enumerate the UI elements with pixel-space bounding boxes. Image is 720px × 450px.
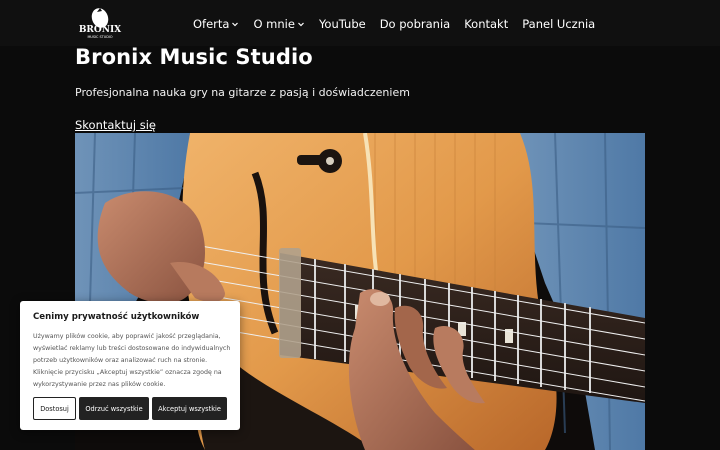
nav-item-label: Panel Ucznia bbox=[522, 17, 596, 31]
reject-all-button[interactable]: Odrzuć wszystkie bbox=[79, 397, 149, 420]
nav-item-do-pobrania[interactable]: Do pobrania bbox=[380, 17, 451, 31]
cookie-text: Używamy plików cookie, aby poprawić jako… bbox=[33, 333, 231, 388]
cookie-title: Cenimy prywatność użytkowników bbox=[33, 312, 200, 322]
nav-item-label: YouTube bbox=[318, 17, 366, 31]
nav-item-label: Kontakt bbox=[464, 17, 509, 31]
nav-item-o-mnie[interactable]: O mnie bbox=[253, 17, 304, 31]
accept-all-button[interactable]: Akceptuj wszystkie bbox=[152, 397, 227, 420]
logo-subtext: MUSIC STUDIO bbox=[88, 35, 113, 39]
nav-item-oferta[interactable]: Oferta bbox=[193, 17, 239, 31]
page-subtitle: Profesjonalna nauka gry na gitarze z pas… bbox=[75, 86, 410, 99]
nav-item-label: Do pobrania bbox=[379, 17, 451, 31]
customize-button[interactable]: Dostosuj bbox=[33, 397, 76, 420]
logo-icon[interactable]: BRONIX MUSIC STUDIO bbox=[75, 6, 125, 40]
nav-item-label: O mnie bbox=[253, 17, 295, 31]
contact-link[interactable]: Skontaktuj się bbox=[75, 118, 156, 132]
main-nav: Oferta O mnie YouTube Do pobrania Kontakt Pan… bbox=[193, 17, 609, 31]
cookie-consent-banner: Cenimy prywatność użytkowników Używamy p… bbox=[20, 301, 240, 430]
nav-item-kontakt[interactable]: Kontakt bbox=[464, 17, 508, 31]
nav-item-label: Oferta bbox=[193, 17, 230, 31]
nav-item-youtube[interactable]: YouTube bbox=[319, 17, 366, 31]
page-title: Bronix Music Studio bbox=[75, 45, 313, 69]
chevron-down-icon bbox=[232, 22, 239, 27]
site-header: BRONIX MUSIC STUDIO Oferta O mnie YouTube D… bbox=[0, 0, 720, 46]
logo-text: BRONIX bbox=[79, 25, 121, 35]
chevron-down-icon bbox=[298, 22, 304, 27]
nav-item-panel-ucznia[interactable]: Panel Ucznia bbox=[522, 17, 595, 31]
